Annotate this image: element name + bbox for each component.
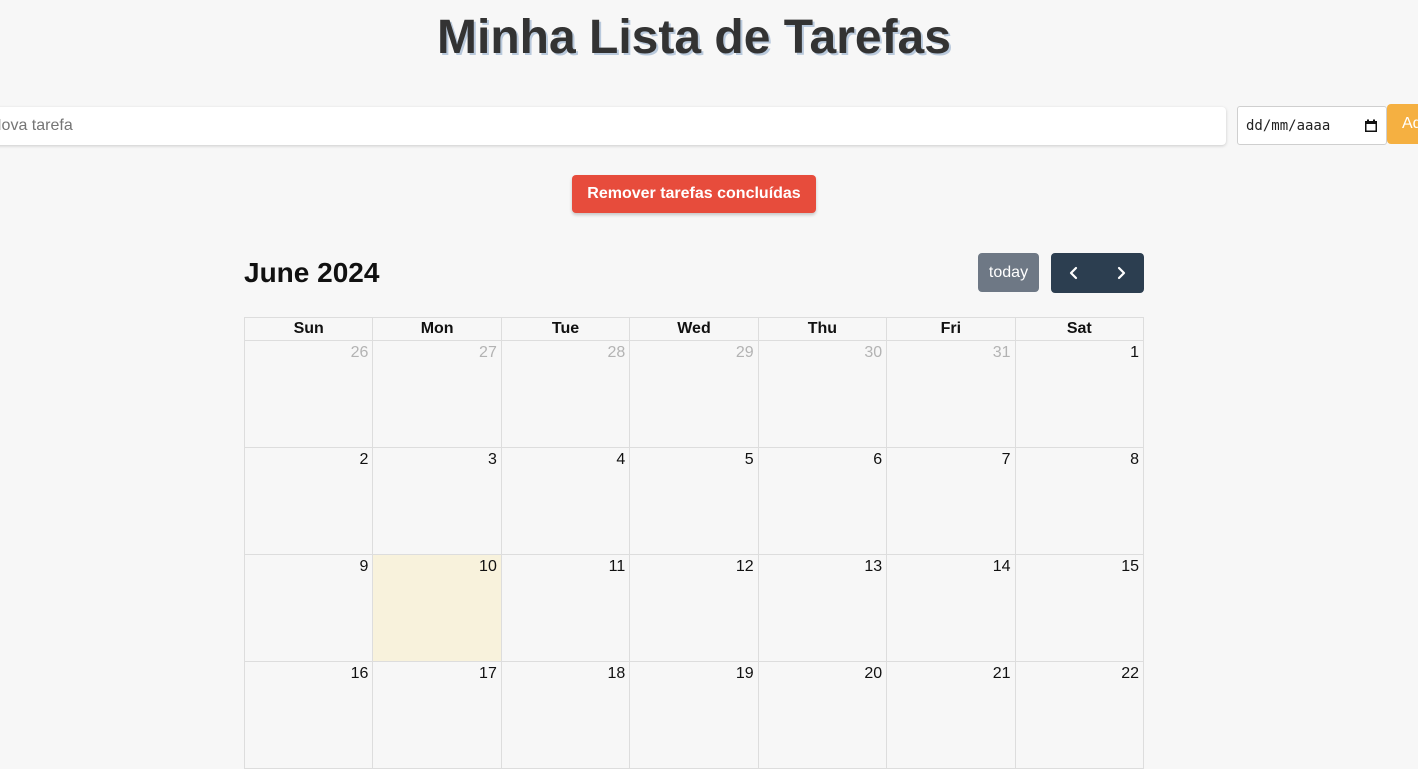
calendar-day-cell[interactable]: 15: [1014, 554, 1145, 662]
weekday-header: Thu: [757, 317, 888, 341]
weekday-header: Sun: [243, 317, 374, 341]
calendar-grid: Sun Mon Tue Wed Thu Fri Sat 26 27 28 29 30 31…: [243, 317, 1145, 769]
calendar-day-cell[interactable]: 11: [500, 554, 631, 662]
prev-month-button[interactable]: [1051, 253, 1098, 293]
calendar-day-cell[interactable]: 2: [243, 447, 374, 555]
page-title: Minha Lista de Tarefas: [437, 11, 951, 64]
remove-completed-button[interactable]: Remover tarefas concluídas: [572, 175, 816, 213]
date-placeholder: dd/mm/aaaa: [1246, 117, 1331, 134]
weekday-header: Fri: [886, 317, 1016, 341]
day-number[interactable]: 4: [502, 448, 629, 469]
day-number[interactable]: 20: [759, 662, 886, 683]
weekday-header-row: Sun Mon Tue Wed Thu Fri Sat: [243, 317, 1145, 341]
weekday-header: Mon: [372, 317, 502, 341]
calendar-nav-group: [1051, 253, 1144, 293]
calendar-week-row: 9 10 11 12 13 14 15: [243, 554, 1145, 662]
calendar-week-row: 16 17 18 19 20 21 22: [243, 661, 1145, 769]
day-number[interactable]: 13: [759, 555, 886, 576]
calendar-day-cell[interactable]: 17: [372, 661, 502, 769]
today-button[interactable]: today: [978, 253, 1039, 292]
day-number[interactable]: 7: [887, 448, 1014, 469]
calendar-day-cell[interactable]: 16: [243, 661, 374, 769]
calendar-day-cell[interactable]: 12: [629, 554, 759, 662]
calendar-day-cell[interactable]: 4: [500, 447, 631, 555]
day-number[interactable]: 14: [887, 555, 1014, 576]
day-number[interactable]: 26: [245, 341, 372, 362]
day-number[interactable]: 17: [373, 662, 500, 683]
due-date-input[interactable]: dd/mm/aaaa: [1237, 106, 1387, 145]
calendar-day-cell[interactable]: 14: [886, 554, 1016, 662]
calendar-body: 26 27 28 29 30 31 1 2 3 4 5 6 7 8 9 10 11 12 13 14 15 16 17 18 1…: [243, 340, 1145, 769]
day-number[interactable]: 2: [245, 448, 372, 469]
day-number[interactable]: 28: [502, 341, 629, 362]
day-number[interactable]: 1: [1016, 341, 1143, 362]
calendar-day-cell[interactable]: 1: [1014, 340, 1145, 448]
calendar-icon[interactable]: [1364, 119, 1378, 133]
day-number[interactable]: 30: [759, 341, 886, 362]
calendar-day-cell[interactable]: 13: [757, 554, 888, 662]
calendar-week-row: 26 27 28 29 30 31 1: [243, 340, 1145, 448]
day-number[interactable]: 29: [630, 341, 757, 362]
day-number[interactable]: 18: [502, 662, 629, 683]
calendar-day-cell[interactable]: 20: [757, 661, 888, 769]
calendar-day-cell[interactable]: 18: [500, 661, 631, 769]
day-number[interactable]: 16: [245, 662, 372, 683]
calendar-day-cell[interactable]: 21: [886, 661, 1016, 769]
day-number[interactable]: 19: [630, 662, 757, 683]
calendar-day-cell[interactable]: 27: [372, 340, 502, 448]
day-number[interactable]: 12: [630, 555, 757, 576]
calendar-day-cell[interactable]: 5: [629, 447, 759, 555]
calendar-title: June 2024: [244, 257, 380, 288]
day-number[interactable]: 11: [502, 555, 629, 576]
calendar-day-cell[interactable]: 28: [500, 340, 631, 448]
weekday-header: Sat: [1014, 317, 1145, 341]
calendar-day-cell-today[interactable]: 10: [372, 554, 502, 662]
day-number[interactable]: 15: [1016, 555, 1143, 576]
chevron-left-icon: [1070, 266, 1078, 280]
day-number[interactable]: 22: [1016, 662, 1143, 683]
day-number[interactable]: 27: [373, 341, 500, 362]
calendar-day-cell[interactable]: 19: [629, 661, 759, 769]
calendar-week-row: 2345678: [243, 447, 1145, 555]
next-month-button[interactable]: [1098, 253, 1145, 293]
calendar-day-cell[interactable]: 6: [757, 447, 888, 555]
day-number[interactable]: 10: [373, 555, 500, 576]
day-number[interactable]: 9: [245, 555, 372, 576]
new-task-input[interactable]: [0, 107, 1226, 145]
day-number[interactable]: 8: [1016, 448, 1143, 469]
chevron-right-icon: [1117, 266, 1125, 280]
calendar-day-cell[interactable]: 22: [1014, 661, 1145, 769]
calendar-day-cell[interactable]: 9: [243, 554, 374, 662]
calendar-day-cell[interactable]: 30: [757, 340, 888, 448]
calendar-day-cell[interactable]: 26: [243, 340, 374, 448]
calendar-day-cell[interactable]: 3: [372, 447, 502, 555]
add-task-button[interactable]: Adicionar: [1387, 104, 1418, 144]
day-number[interactable]: 21: [887, 662, 1014, 683]
weekday-header: Tue: [500, 317, 631, 341]
day-number[interactable]: 3: [373, 448, 500, 469]
calendar-day-cell[interactable]: 31: [886, 340, 1016, 448]
day-number[interactable]: 5: [630, 448, 757, 469]
calendar-day-cell[interactable]: 29: [629, 340, 759, 448]
day-number[interactable]: 31: [887, 341, 1014, 362]
weekday-header: Wed: [629, 317, 759, 341]
day-number[interactable]: 6: [759, 448, 886, 469]
calendar-day-cell[interactable]: 7: [886, 447, 1016, 555]
calendar-day-cell[interactable]: 8: [1014, 447, 1145, 555]
